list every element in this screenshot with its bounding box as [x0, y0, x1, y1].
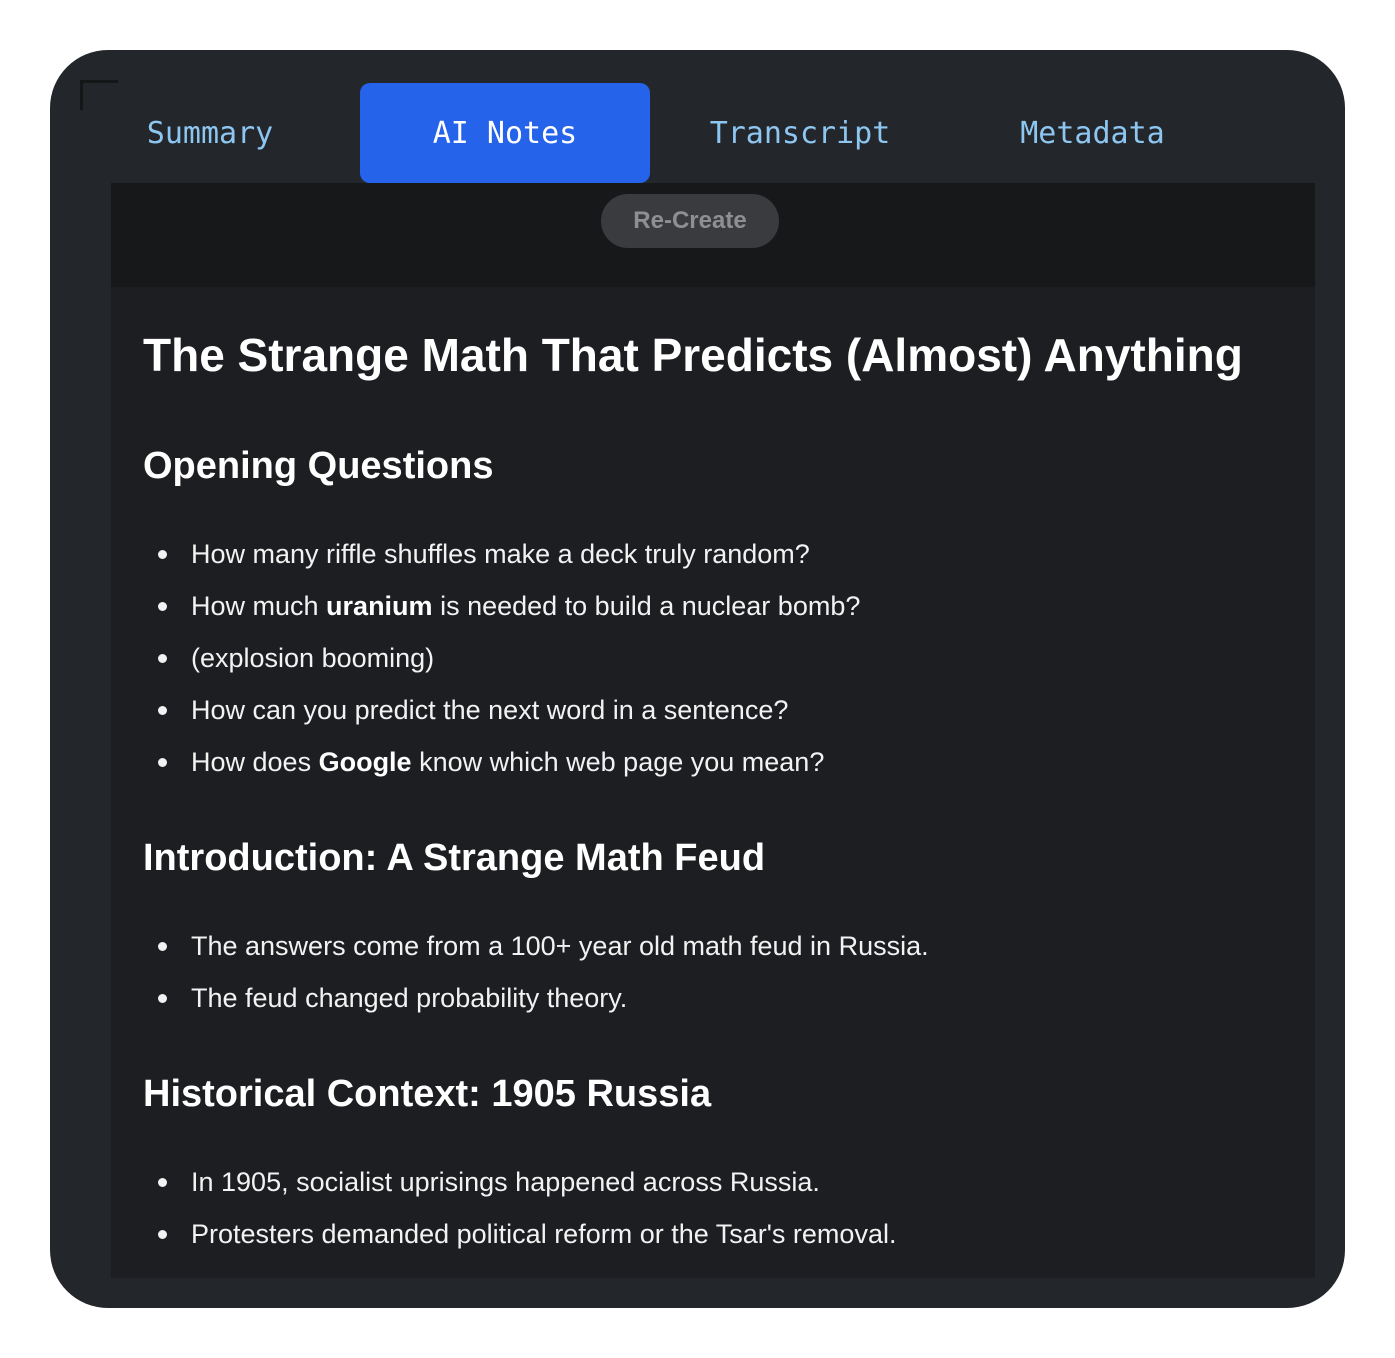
bullet-list-historical-context: In 1905, socialist uprisings happened ac…: [143, 1156, 896, 1260]
notes-toolbar: Re-Create: [111, 183, 1315, 287]
bullet-icon: [158, 654, 167, 663]
list-item: How many riffle shuffles make a deck tru…: [143, 528, 860, 580]
window-corner-mark-vertical: [80, 80, 83, 110]
bullet-icon: [158, 1178, 167, 1187]
tab-summary[interactable]: Summary: [110, 83, 310, 183]
bullet-icon: [158, 550, 167, 559]
list-item: The feud changed probability theory.: [143, 972, 929, 1024]
emphasis-uranium: uranium: [326, 591, 433, 621]
recreate-button[interactable]: Re-Create: [601, 194, 779, 248]
bullet-list-opening-questions: How many riffle shuffles make a deck tru…: [143, 528, 860, 788]
list-item: Protesters demanded political reform or …: [143, 1208, 896, 1260]
section-heading-opening-questions: Opening Questions: [143, 445, 494, 487]
tab-transcript[interactable]: Transcript: [680, 83, 920, 183]
tab-metadata[interactable]: Metadata: [985, 83, 1200, 183]
bullet-icon: [158, 758, 167, 767]
bullet-list-introduction: The answers come from a 100+ year old ma…: [143, 920, 929, 1024]
list-item: In 1905, socialist uprisings happened ac…: [143, 1156, 896, 1208]
notes-content-panel: Re-Create The Strange Math That Predicts…: [111, 183, 1315, 1278]
list-item: (explosion booming): [143, 632, 860, 684]
list-item: The answers come from a 100+ year old ma…: [143, 920, 929, 972]
list-item: How can you predict the next word in a s…: [143, 684, 860, 736]
bullet-icon: [158, 994, 167, 1003]
bullet-icon: [158, 1230, 167, 1239]
bullet-icon: [158, 602, 167, 611]
tab-ai-notes[interactable]: AI Notes: [360, 83, 650, 183]
tab-bar: Summary AI Notes Transcript Metadata: [110, 83, 1315, 183]
bullet-icon: [158, 706, 167, 715]
bullet-icon: [158, 942, 167, 951]
section-heading-historical-context: Historical Context: 1905 Russia: [143, 1073, 712, 1115]
page-title: The Strange Math That Predicts (Almost) …: [143, 329, 1243, 381]
section-heading-introduction: Introduction: A Strange Math Feud: [143, 837, 766, 879]
list-item: How does Google know which web page you …: [143, 736, 860, 788]
emphasis-google: Google: [318, 747, 412, 777]
list-item: How much uranium is needed to build a nu…: [143, 580, 860, 632]
